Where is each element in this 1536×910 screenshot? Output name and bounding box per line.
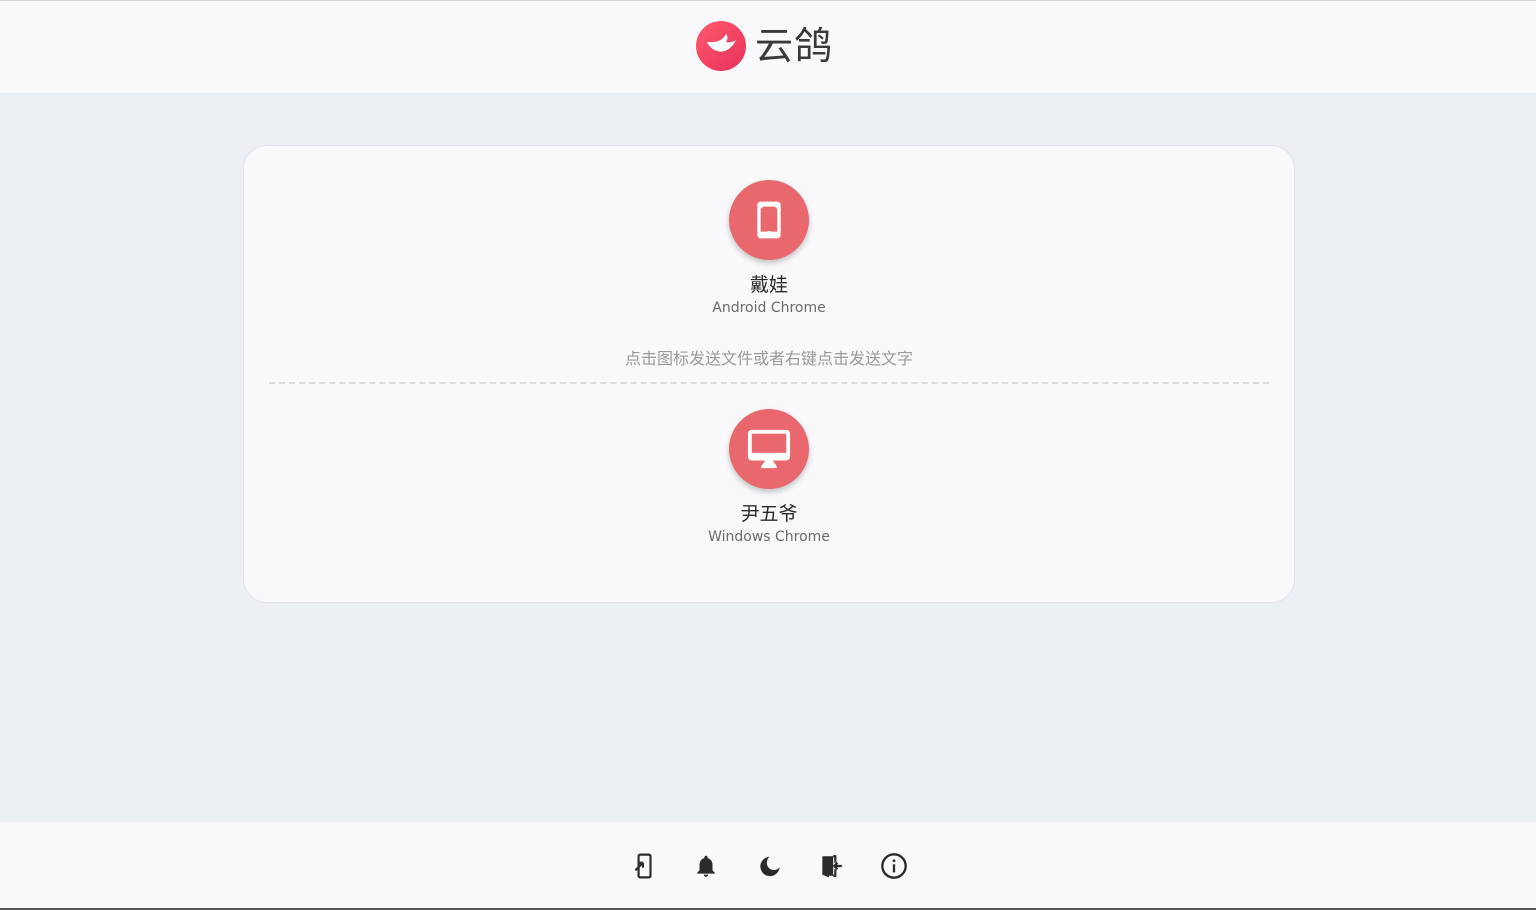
footer-toolbar bbox=[0, 822, 1536, 910]
peer-item[interactable]: 尹五爷 Windows Chrome bbox=[244, 409, 1294, 547]
bell-icon bbox=[697, 855, 715, 877]
divider bbox=[269, 382, 1269, 384]
notifications-button[interactable] bbox=[690, 850, 722, 882]
exit-door-icon bbox=[822, 855, 842, 878]
smartphone-icon bbox=[757, 201, 781, 239]
peer-device: Windows Chrome bbox=[708, 529, 830, 545]
app-title: 云鸽 bbox=[755, 24, 834, 68]
desktop-monitor-icon bbox=[747, 429, 791, 469]
peer-device: Android Chrome bbox=[712, 300, 826, 316]
moon-icon bbox=[760, 856, 780, 877]
hint-text: 点击图标发送文件或者右键点击发送文字 bbox=[624, 349, 913, 368]
peer-avatar[interactable] bbox=[729, 180, 809, 260]
app-logo: 云鸽 bbox=[695, 20, 833, 72]
install-app-button[interactable] bbox=[628, 850, 660, 882]
peers-panel: 戴娃 Android Chrome 点击图标发送文件或者右键点击发送文字 尹五爷… bbox=[243, 145, 1295, 603]
info-icon bbox=[881, 853, 907, 879]
pigeon-logo-icon bbox=[696, 21, 746, 71]
peer-name: 戴娃 bbox=[749, 274, 788, 296]
peer-name: 尹五爷 bbox=[740, 503, 798, 525]
peer-item[interactable]: 戴娃 Android Chrome bbox=[244, 180, 1294, 318]
install-app-icon bbox=[634, 853, 652, 879]
app-header: 云鸽 bbox=[0, 0, 1536, 93]
leave-button[interactable] bbox=[815, 850, 847, 882]
theme-toggle-button[interactable] bbox=[753, 850, 785, 882]
about-button[interactable] bbox=[878, 850, 910, 882]
peer-avatar[interactable] bbox=[729, 409, 809, 489]
